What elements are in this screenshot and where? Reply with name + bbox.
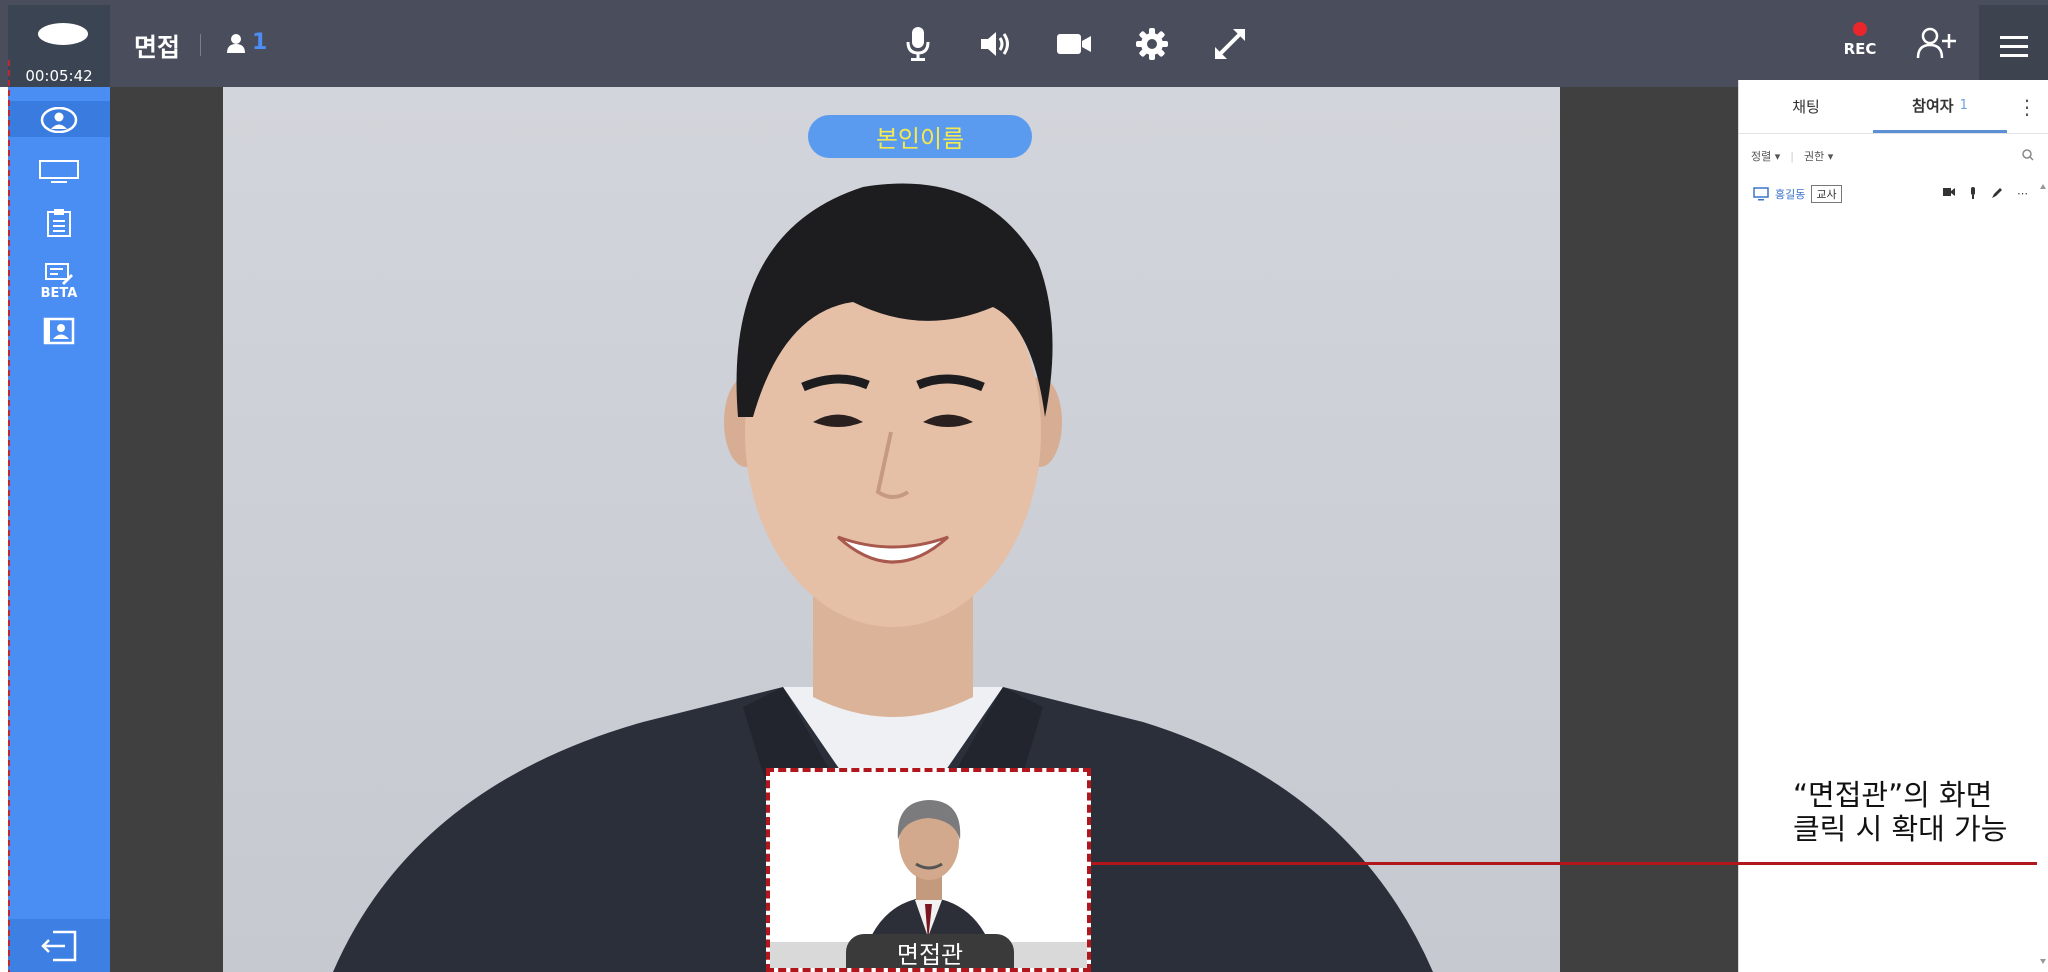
exit-icon — [41, 930, 77, 961]
microphone-icon — [906, 27, 930, 61]
participant-count: 1 — [252, 30, 268, 55]
exit-button[interactable] — [8, 919, 110, 972]
interviewer-name-tag: 면접관 — [846, 934, 1014, 968]
add-user-icon — [1916, 27, 1956, 59]
cloud-logo-icon — [38, 23, 88, 45]
monitor-icon — [39, 160, 79, 183]
camera-icon — [1057, 34, 1091, 54]
camera-icon[interactable] — [1943, 187, 1955, 197]
hamburger-icon — [1999, 36, 2028, 57]
edit-board-icon — [45, 263, 73, 285]
camera-button[interactable] — [1056, 24, 1092, 64]
room-title: 면접 — [134, 33, 181, 62]
callout-text: “면접관”의 화면 클릭 시 확대 가능 — [1793, 778, 2008, 846]
filter-divider: | — [1790, 149, 1794, 163]
divider — [200, 34, 201, 56]
tab-participants-count: 1 — [1959, 97, 1968, 113]
self-name-tag: 본인이름 — [808, 115, 1032, 158]
participant-counter[interactable]: 1 — [226, 30, 267, 55]
vertical-dots-icon: ⋮ — [2017, 94, 2037, 119]
tab-chat[interactable]: 채팅 — [1739, 80, 1873, 133]
microphone-button[interactable] — [900, 24, 936, 64]
interviewer-video-thumbnail[interactable]: 면접관 — [766, 768, 1091, 972]
sidebar-item-clipboard[interactable] — [8, 208, 110, 238]
callout-line — [1091, 862, 2037, 865]
microphone-icon[interactable] — [1969, 187, 1977, 199]
invite-user-button[interactable] — [1916, 26, 1958, 64]
beta-label: BETA — [40, 286, 78, 301]
participant-row[interactable]: 홍길동 교사 ⋯ — [1739, 178, 2048, 210]
sidebar-item-screen-share[interactable] — [8, 159, 110, 185]
left-sidebar: BETA — [8, 87, 110, 972]
record-button[interactable]: REC — [1842, 22, 1878, 58]
scrollbar[interactable] — [2040, 184, 2046, 964]
tab-participants[interactable]: 참여자 1 — [1873, 80, 2007, 133]
participant-name: 홍길동 — [1775, 188, 1806, 201]
logo-area: 00:05:42 — [8, 5, 110, 87]
participant-filters: 정렬 ▾ | 권한 ▾ — [1739, 134, 2048, 178]
fullscreen-button[interactable] — [1212, 24, 1248, 64]
panel-more-button[interactable]: ⋮ — [2007, 80, 2047, 133]
permission-dropdown[interactable]: 권한 ▾ — [1804, 148, 1833, 164]
expand-icon — [1215, 29, 1245, 59]
record-label: REC — [1843, 40, 1877, 58]
person-icon — [227, 33, 245, 53]
search-icon[interactable] — [2022, 149, 2034, 161]
user-circle-icon — [40, 107, 78, 133]
highlight-dashed-border — [8, 60, 10, 972]
media-controls — [900, 24, 1248, 64]
monitor-icon — [1753, 187, 1769, 201]
profile-card-icon — [43, 317, 75, 345]
menu-button[interactable] — [1979, 5, 2048, 87]
clipboard-icon — [47, 209, 71, 237]
speaker-icon — [981, 32, 1009, 56]
tab-participants-label: 참여자 — [1912, 96, 1954, 115]
participant-actions: ⋯ — [1943, 187, 2028, 200]
pencil-icon[interactable] — [1991, 187, 2003, 199]
session-timer: 00:05:42 — [25, 67, 93, 85]
panel-tabs: 채팅 참여자 1 ⋮ — [1739, 80, 2048, 134]
record-dot-icon — [1853, 22, 1867, 36]
sidebar-item-profile[interactable] — [8, 317, 110, 345]
settings-icon — [1136, 28, 1168, 60]
sort-dropdown[interactable]: 정렬 ▾ — [1751, 148, 1780, 164]
speaker-button[interactable] — [978, 24, 1014, 64]
tab-chat-label: 채팅 — [1792, 98, 1820, 116]
sidebar-item-beta-whiteboard[interactable]: BETA — [8, 263, 110, 301]
more-options-icon[interactable]: ⋯ — [2017, 187, 2028, 200]
top-toolbar: 00:05:42 면접 1 REC — [0, 0, 2048, 87]
sidebar-item-video[interactable] — [8, 107, 110, 133]
participant-role-badge: 교사 — [1811, 185, 1842, 203]
settings-button[interactable] — [1134, 24, 1170, 64]
